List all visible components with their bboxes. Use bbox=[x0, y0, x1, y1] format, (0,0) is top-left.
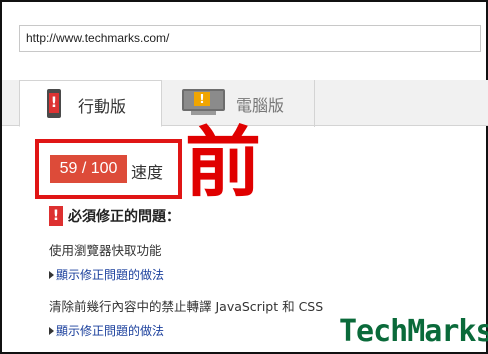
issue-text: 清除前幾行內容中的禁止轉譯 JavaScript 和 CSS bbox=[49, 299, 324, 314]
monitor-warning-icon: ! bbox=[182, 89, 225, 116]
issues-title: 必須修正的問題： bbox=[68, 209, 180, 225]
warning-icon: ! bbox=[49, 206, 63, 226]
score-badge: 59 / 100 bbox=[50, 155, 127, 183]
url-text: http://www.techmarks.com/ bbox=[26, 31, 170, 45]
phone-warning-icon: ! bbox=[47, 89, 61, 118]
issue-text: 使用瀏覽器快取功能 bbox=[49, 243, 162, 258]
expand-arrow-icon bbox=[49, 271, 54, 279]
expand-arrow-icon bbox=[49, 327, 54, 335]
show-fix-link-label: 顯示修正問題的做法 bbox=[56, 324, 165, 338]
tab-desktop-label: 電腦版 bbox=[236, 96, 285, 115]
issues-header: ! 必須修正的問題： bbox=[49, 205, 180, 227]
url-bar[interactable]: http://www.techmarks.com/ bbox=[19, 25, 481, 52]
score-label: 速度 bbox=[131, 163, 164, 182]
before-annotation: 前 bbox=[185, 118, 261, 207]
screenshot-frame: http://www.techmarks.com/ ! 行動版 ! 電腦版 59… bbox=[0, 0, 488, 354]
show-fix-link-label: 顯示修正問題的做法 bbox=[56, 268, 165, 282]
techmarks-watermark: TechMarks bbox=[339, 314, 488, 349]
tab-mobile-label: 行動版 bbox=[78, 97, 127, 116]
show-fix-link[interactable]: 顯示修正問題的做法 bbox=[49, 322, 164, 339]
show-fix-link[interactable]: 顯示修正問題的做法 bbox=[49, 266, 164, 283]
tab-mobile[interactable]: ! 行動版 bbox=[19, 80, 162, 127]
